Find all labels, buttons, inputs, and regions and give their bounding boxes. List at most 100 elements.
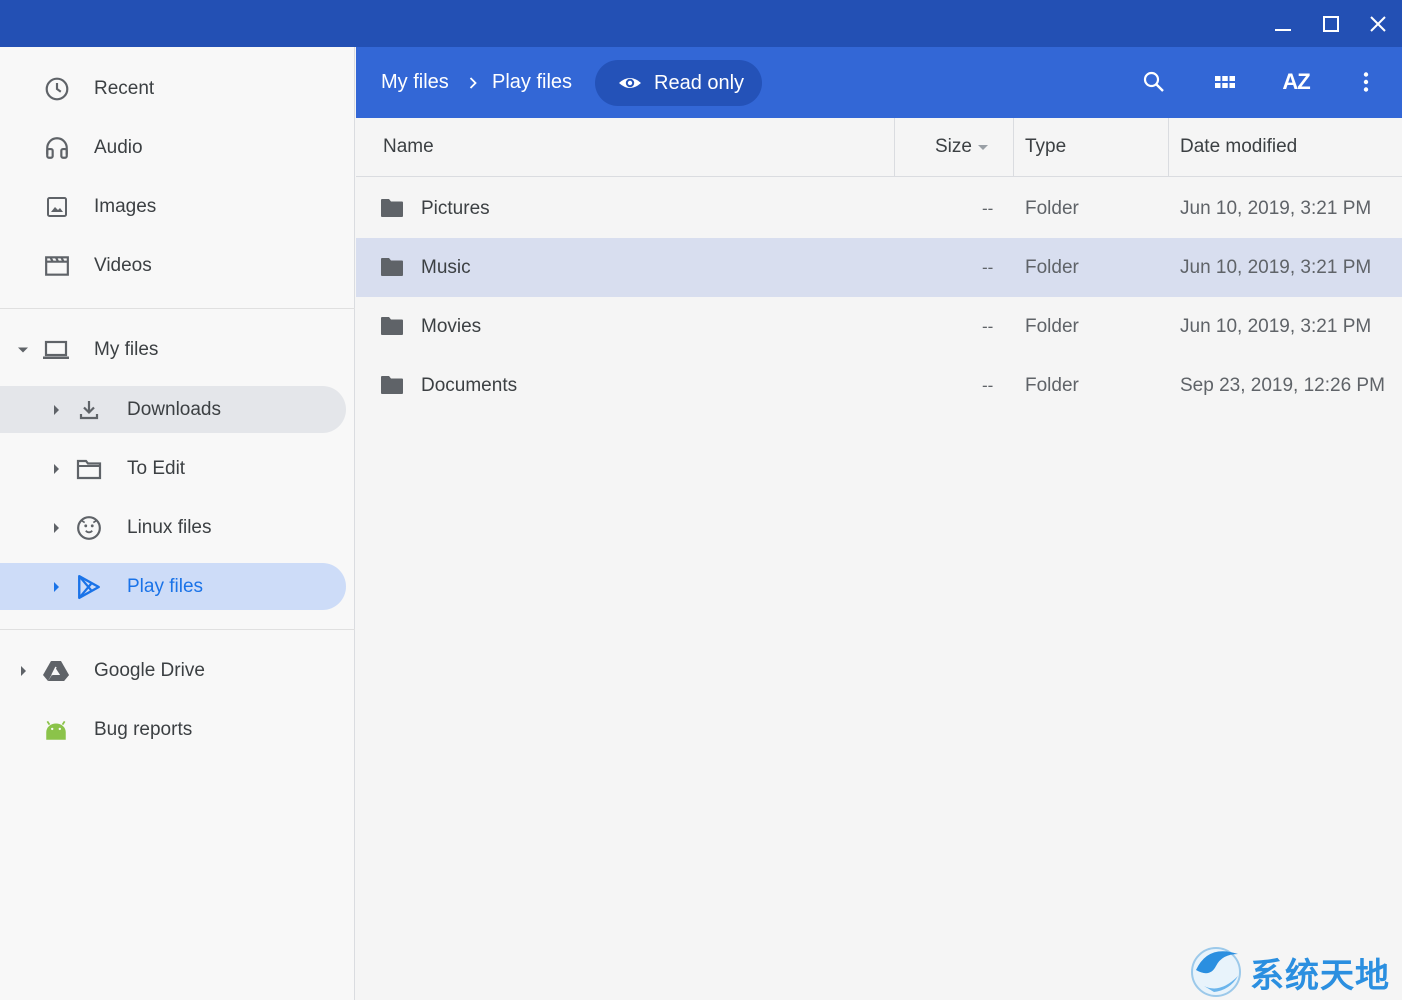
video-icon <box>43 252 71 280</box>
folder-icon <box>380 198 404 218</box>
column-header: Name Size Type Date modified <box>356 118 1402 177</box>
sidebar-item-videos[interactable]: Videos <box>0 242 355 289</box>
column-divider <box>1168 118 1169 176</box>
expand-arrow-icon[interactable] <box>48 402 64 418</box>
sidebar-item-label: Videos <box>94 254 152 276</box>
table-row[interactable]: Documents -- Folder Sep 23, 2019, 12:26 … <box>356 356 1402 415</box>
file-date: Jun 10, 2019, 3:21 PM <box>1180 256 1372 278</box>
drive-icon <box>42 657 70 685</box>
sidebar-item-audio[interactable]: Audio <box>0 124 355 171</box>
image-icon <box>43 193 71 221</box>
sidebar-item-label: Recent <box>94 77 155 99</box>
eye-icon <box>617 71 643 95</box>
folder-icon <box>380 375 404 395</box>
column-divider <box>1013 118 1014 176</box>
sidebar-item-label: Google Drive <box>94 659 205 681</box>
column-type[interactable]: Type <box>1025 118 1066 176</box>
file-size: -- <box>982 375 994 395</box>
breadcrumb-play-files[interactable]: Play files <box>492 47 572 118</box>
sidebar-item-to-edit[interactable]: To Edit <box>0 445 355 492</box>
sidebar-item-downloads[interactable]: Downloads <box>0 386 346 433</box>
maximize-icon <box>1322 15 1339 32</box>
sidebar-divider <box>0 308 355 309</box>
folder-icon <box>380 257 404 277</box>
file-type: Folder <box>1025 374 1079 396</box>
file-date: Jun 10, 2019, 3:21 PM <box>1180 197 1372 219</box>
grid-view-icon <box>1215 76 1235 88</box>
more-options-button[interactable] <box>1342 58 1390 106</box>
file-size: -- <box>982 316 994 336</box>
laptop-icon <box>42 336 70 364</box>
minimize-icon <box>1274 28 1291 31</box>
table-row[interactable]: Music -- Folder Jun 10, 2019, 3:21 PM <box>356 238 1402 297</box>
sidebar-item-play-files[interactable]: Play files <box>0 563 346 610</box>
file-name: Music <box>421 256 471 278</box>
watermark: 系统天地 <box>1186 940 1402 1000</box>
file-type: Folder <box>1025 197 1079 219</box>
sidebar-item-recent[interactable]: Recent <box>0 65 355 112</box>
expand-arrow-icon[interactable] <box>15 342 31 358</box>
file-size: -- <box>982 198 994 218</box>
sidebar-item-linux-files[interactable]: Linux files <box>0 504 355 551</box>
maximize-button[interactable] <box>1307 0 1354 47</box>
clock-icon <box>43 75 71 103</box>
title-bar <box>0 0 1402 47</box>
file-name: Pictures <box>421 197 490 219</box>
file-type: Folder <box>1025 256 1079 278</box>
more-vert-icon <box>1363 72 1369 92</box>
sidebar-item-my-files[interactable]: My files <box>0 326 355 373</box>
minimize-button[interactable] <box>1259 0 1306 47</box>
sort-az-icon: AZ <box>1282 69 1310 94</box>
expand-arrow-icon[interactable] <box>48 520 64 536</box>
sidebar-divider <box>0 629 355 630</box>
expand-arrow-icon[interactable] <box>48 579 64 595</box>
search-button[interactable] <box>1130 58 1178 106</box>
read-only-label: Read only <box>654 72 745 94</box>
breadcrumb-my-files[interactable]: My files <box>381 47 449 118</box>
sidebar-item-label: My files <box>94 338 159 360</box>
sidebar-item-images[interactable]: Images <box>0 183 355 230</box>
folder-icon <box>380 316 404 336</box>
sidebar-item-label: Linux files <box>127 516 212 538</box>
search-icon <box>1143 71 1164 92</box>
sidebar-item-label: Downloads <box>127 398 221 420</box>
column-divider <box>894 118 895 176</box>
chevron-right-icon <box>466 47 480 118</box>
table-row[interactable]: Movies -- Folder Jun 10, 2019, 3:21 PM <box>356 297 1402 356</box>
sidebar-item-bug-reports[interactable]: Bug reports <box>0 706 355 753</box>
play-store-icon <box>75 573 103 601</box>
read-only-badge: Read only <box>595 60 762 106</box>
file-name: Movies <box>421 315 482 337</box>
file-size: -- <box>982 257 994 277</box>
watermark-text: 系统天地 <box>1250 956 1390 996</box>
file-type: Folder <box>1025 315 1079 337</box>
table-row[interactable]: Pictures -- Folder Jun 10, 2019, 3:21 PM <box>356 179 1402 238</box>
linux-icon <box>75 514 103 542</box>
file-date: Sep 23, 2019, 12:26 PM <box>1180 374 1385 396</box>
sidebar-item-label: Bug reports <box>94 718 193 740</box>
sidebar-item-label: To Edit <box>127 457 186 479</box>
sidebar: Recent Audio Images Videos My files Down… <box>0 47 355 1000</box>
sidebar-item-google-drive[interactable]: Google Drive <box>0 647 355 694</box>
sidebar-item-label: Play files <box>127 575 204 597</box>
expand-arrow-icon[interactable] <box>48 461 64 477</box>
file-name: Documents <box>421 374 518 396</box>
sidebar-item-label: Audio <box>94 136 143 158</box>
sort-arrow-icon <box>977 145 988 150</box>
column-size-label: Size <box>935 136 972 157</box>
close-button[interactable] <box>1354 0 1401 47</box>
toolbar: My files Play files Read only AZ <box>356 47 1402 118</box>
column-name[interactable]: Name <box>383 118 434 176</box>
close-icon <box>1369 15 1386 32</box>
column-size[interactable]: Size <box>935 118 990 176</box>
expand-arrow-icon[interactable] <box>15 663 31 679</box>
file-date: Jun 10, 2019, 3:21 PM <box>1180 315 1372 337</box>
grid-view-button[interactable] <box>1201 58 1249 106</box>
watermark-logo-icon <box>1191 947 1241 997</box>
sidebar-item-label: Images <box>94 195 157 217</box>
android-icon <box>42 716 70 744</box>
sort-button[interactable]: AZ <box>1272 58 1320 106</box>
column-date-modified[interactable]: Date modified <box>1180 118 1297 176</box>
headphones-icon <box>43 134 71 162</box>
folder-icon <box>75 455 103 483</box>
